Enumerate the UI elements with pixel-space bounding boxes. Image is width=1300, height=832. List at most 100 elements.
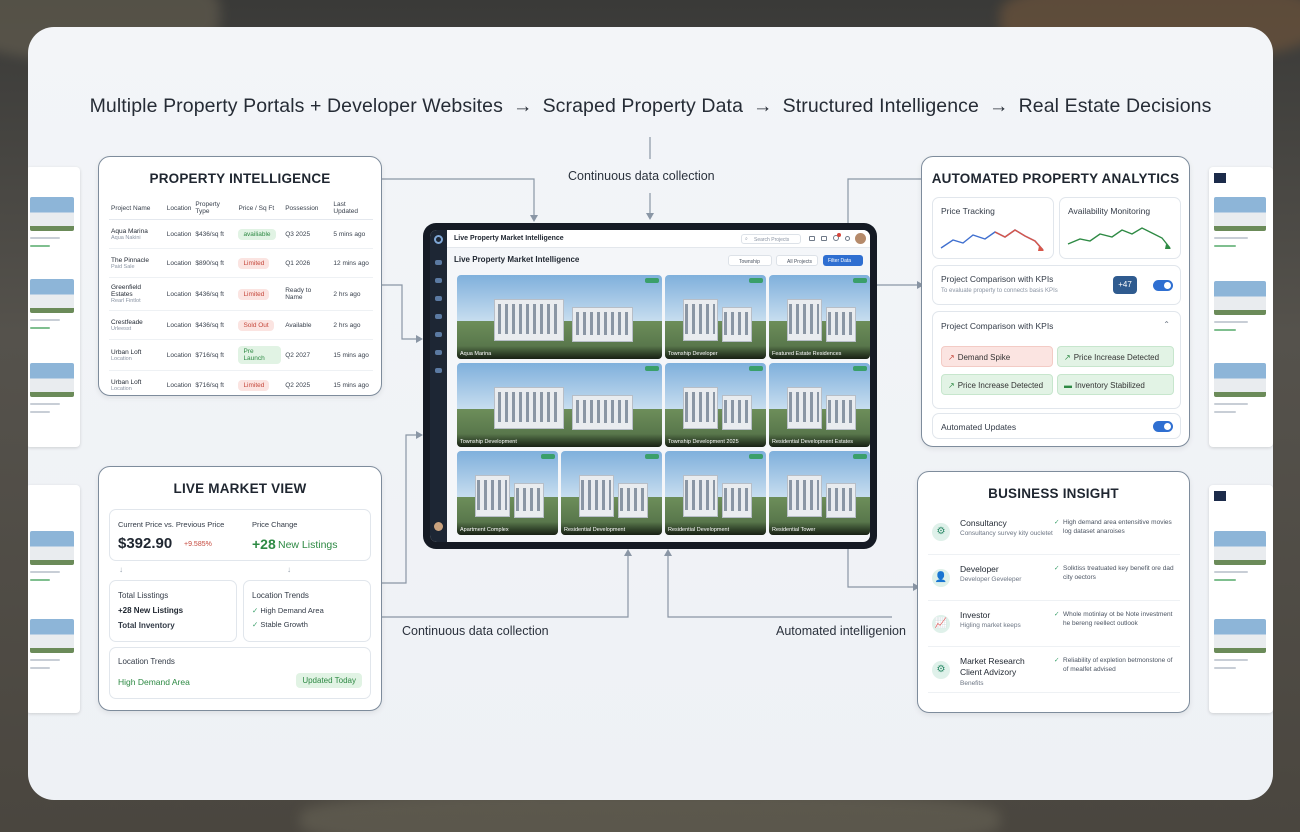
nav-alerts-icon[interactable] [435, 350, 442, 355]
audience-benefit: Solktiss treatuated key benefit ore dad … [1054, 564, 1178, 582]
audience-name: Developer [960, 564, 999, 574]
trends-label: Location Trends [252, 591, 309, 600]
kpi-toggle[interactable] [1153, 280, 1173, 291]
nav-analytics-icon[interactable] [435, 314, 442, 319]
kpi-alerts-title: Project Comparison with KPIs [941, 321, 1054, 331]
arrow-down-icon: ↓ [287, 565, 291, 574]
calendar-icon[interactable] [809, 236, 815, 241]
project-subtitle: Location [111, 355, 132, 362]
message-icon[interactable] [821, 236, 827, 241]
price-label: Current Price vs. Previous Price [118, 520, 225, 529]
profile-avatar[interactable] [855, 233, 866, 244]
nav-settings-icon[interactable] [435, 368, 442, 373]
alert-chip[interactable]: ↗ Price Increase Detected [941, 374, 1053, 395]
price-cell: $890/sq ft [193, 248, 237, 278]
status-cell: Limited [236, 370, 284, 400]
property-tile[interactable]: Township Development [457, 363, 662, 447]
insight-row[interactable]: ⚙ Market Research Client Advizory Benefits… [928, 650, 1180, 693]
table-row[interactable]: Crestfeade Urleesst Location $436/sq ft Sold… [109, 310, 373, 340]
property-tile[interactable]: Residential Development [561, 451, 662, 535]
nav-reports-icon[interactable] [435, 332, 442, 337]
project-name: Crestfeade [111, 318, 143, 326]
price-change-label: Price Change [252, 520, 298, 529]
column-header: Location [164, 197, 194, 220]
filter-township-dropdown[interactable]: Township [728, 255, 772, 266]
property-tile[interactable]: Apartment Complex [457, 451, 558, 535]
filter-projects-dropdown[interactable]: All Projects [776, 255, 818, 266]
kpi-alerts-panel: Project Comparison with KPIs ⌃ ↗ Demand S… [932, 311, 1181, 409]
property-tile[interactable]: Aqua Marina [457, 275, 662, 359]
tile-caption: Aqua Marina [457, 346, 662, 359]
insight-row[interactable]: ⚙ Consultancy Consultancy survey kity oucl… [928, 512, 1180, 555]
chevron-up-icon[interactable]: ⌃ [1163, 320, 1170, 329]
app-logo-icon [434, 235, 443, 244]
kpi-badge[interactable]: +47 [1113, 276, 1137, 294]
help-icon[interactable] [845, 236, 850, 241]
possession-cell: Q1 2026 [283, 248, 332, 278]
price-cell: $436/sq ft [193, 310, 237, 340]
property-tile[interactable]: Township Development 2025 [665, 363, 766, 447]
table-row[interactable]: Aqua Marina Aqua Nakini Location $436/sq ft… [109, 219, 373, 249]
property-tile[interactable]: Featured Estate Residences [769, 275, 870, 359]
property-tile[interactable]: Residential Development [665, 451, 766, 535]
trend-icon: ▬ [1064, 381, 1072, 390]
filter-data-button[interactable]: Filter Data [823, 255, 863, 266]
project-name: Urban Loft [111, 378, 142, 386]
dashboard-heading: Live Property Market Intelligence [454, 255, 580, 264]
flow-label-bottom-left: Continuous data collection [402, 624, 549, 638]
tile-caption: Township Development [457, 434, 662, 447]
nav-map-icon[interactable] [435, 296, 442, 301]
auto-updates-toggle[interactable] [1153, 421, 1173, 432]
project-subtitle: Aqua Nakini [111, 234, 141, 241]
project-name-cell: Urban Loft Location [109, 370, 165, 400]
table-row[interactable]: Greenfield Estates Rearl Fintlot Location $… [109, 277, 373, 311]
portal-screenshot-right-bottom [1209, 485, 1273, 713]
alert-chip[interactable]: ↗ Demand Spike [941, 346, 1053, 367]
table-row[interactable]: Urban Loft Location Location $716/sq ft Pre … [109, 339, 373, 371]
insight-row[interactable]: 📈 Investor Higling market keeps Whole motin… [928, 604, 1180, 647]
project-subtitle: Paid Sale [111, 263, 135, 270]
alert-chip-label: Price Increase Detected [957, 381, 1044, 390]
audience-benefit: Reliability of expletion betmonstone of … [1054, 656, 1178, 674]
audience-icon: 📈 [932, 615, 950, 633]
updated-cell: 2 hrs ago [331, 310, 373, 340]
status-tag [749, 366, 763, 371]
alert-chip[interactable]: ▬ Inventory Stabilized [1057, 374, 1174, 395]
diagram-frame: Multiple Property Portals + Developer We… [28, 27, 1273, 800]
business-insight-title: BUSINESS INSIGHT [988, 486, 1119, 501]
price-change-text: New Listings [278, 539, 338, 551]
search-input[interactable]: Search Projects [741, 234, 801, 244]
tile-caption: Township Development 2025 [665, 434, 766, 447]
kpi-comparison-subtitle: To evaluate property to connects basis K… [941, 288, 1058, 294]
project-name: Urban Loft [111, 348, 142, 356]
alert-chip-label: Demand Spike [957, 353, 1011, 362]
tile-caption: Residential Development Estates [769, 434, 870, 447]
nav-listings-icon[interactable] [435, 278, 442, 283]
location-trends-summary: Location Trends High Demand Area Updated… [109, 647, 371, 699]
table-row[interactable]: The Pinnacle Paid Sale Location $890/sq ft L… [109, 248, 373, 278]
property-table: Project Name Location Property Type Pric… [109, 197, 373, 400]
audience-name: Consultancy [960, 518, 1007, 528]
listings-panel: Total Lisstings +28 New Listings Total I… [109, 580, 237, 642]
tile-caption: Residential Development [665, 522, 766, 535]
property-tile[interactable]: Residential Tower [769, 451, 870, 535]
insight-row[interactable]: 👤 Developer Developer Geveleper Solktiss tr… [928, 558, 1180, 601]
notification-dot [837, 233, 841, 237]
property-tile[interactable]: Residential Development Estates [769, 363, 870, 447]
nav-dashboard-icon[interactable] [435, 260, 442, 265]
updated-cell: 2 hrs ago [331, 277, 373, 311]
user-avatar[interactable] [434, 522, 443, 531]
status-tag [645, 366, 659, 371]
updated-cell: 15 mins ago [331, 339, 373, 371]
audience-icon: 👤 [932, 569, 950, 587]
price-cell: $716/sq ft [193, 370, 237, 400]
column-header: Price / Sq Ft [236, 197, 284, 220]
project-name-cell: Crestfeade Urleesst [109, 310, 165, 340]
property-tile[interactable]: Township Developer [665, 275, 766, 359]
updated-cell: 15 mins ago [331, 370, 373, 400]
search-icon: ⌕ [745, 236, 748, 242]
possession-cell: Q3 2025 [283, 219, 332, 249]
table-row[interactable]: Urban Loft Location Location $716/sq ft Limi… [109, 370, 373, 400]
trend-icon: ↗ [1064, 353, 1071, 362]
alert-chip[interactable]: ↗ Price Increase Detected [1057, 346, 1174, 367]
